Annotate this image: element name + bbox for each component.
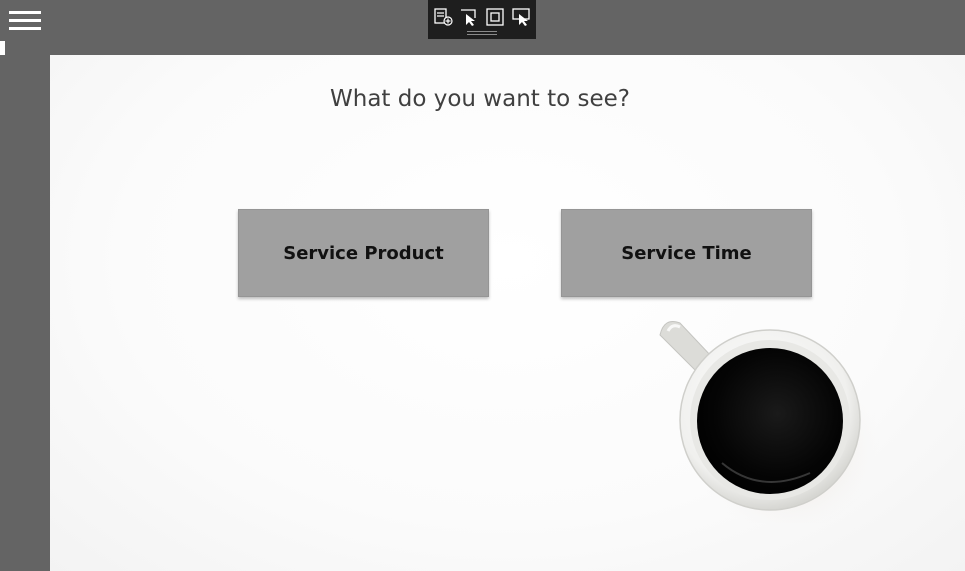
add-page-icon[interactable] [432, 6, 454, 28]
report-canvas: Service Product Service Time [50, 55, 965, 571]
hamburger-menu-icon[interactable] [9, 11, 41, 31]
toolbar-drag-handle[interactable] [467, 31, 497, 35]
floating-toolbar [428, 0, 536, 39]
focus-mode-icon[interactable] [484, 6, 506, 28]
select-pointer-icon[interactable] [458, 6, 480, 28]
coffee-cup-image [650, 313, 880, 533]
left-rail [0, 55, 50, 571]
service-time-button[interactable]: Service Time [561, 209, 812, 297]
presentation-icon[interactable] [510, 6, 532, 28]
service-product-button[interactable]: Service Product [238, 209, 489, 297]
page-question: What do you want to see? [330, 86, 630, 112]
